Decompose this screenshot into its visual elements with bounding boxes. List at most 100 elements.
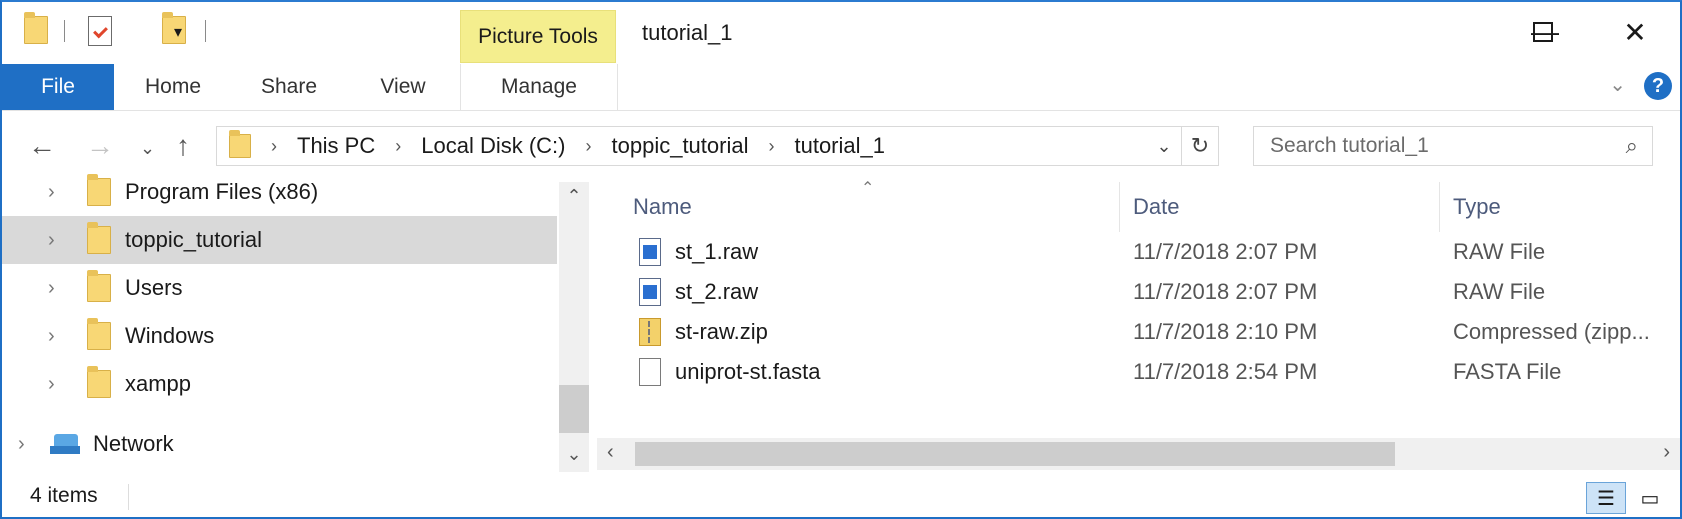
file-name: st_1.raw — [675, 239, 759, 264]
breadcrumb-arrow-icon[interactable]: › — [586, 136, 592, 157]
folder-icon — [229, 130, 251, 158]
search-placeholder: Search tutorial_1 — [1270, 134, 1429, 157]
address-bar[interactable]: › This PC › Local Disk (C:) › toppic_tut… — [216, 126, 1219, 166]
file-list-horizontal-scrollbar[interactable]: ‹ › — [597, 438, 1680, 470]
file-row[interactable]: uniprot-st.fasta 11/7/2018 2:54 PM FASTA… — [597, 352, 1680, 392]
navigation-pane-scrollbar[interactable]: ⌃ ⌄ — [559, 182, 589, 472]
column-separator[interactable] — [1439, 182, 1440, 232]
back-arrow-icon[interactable]: ← — [28, 130, 56, 162]
folder-icon[interactable] — [24, 12, 48, 44]
expand-chevron-icon[interactable]: › — [18, 433, 25, 456]
tree-item-label: Users — [125, 275, 183, 300]
folder-icon — [87, 318, 111, 350]
window-title: tutorial_1 — [642, 20, 733, 45]
folder-icon — [87, 270, 111, 302]
qat-separator — [205, 20, 206, 42]
qat-separator — [64, 20, 65, 42]
scrollbar-thumb[interactable] — [559, 385, 589, 433]
breadcrumb-arrow-icon[interactable]: › — [271, 136, 277, 157]
explorer-window: ▾ Picture Tools tutorial_1 — ✕ File Home… — [0, 0, 1682, 519]
file-type: RAW File — [1453, 239, 1546, 264]
network-icon — [50, 432, 82, 456]
address-history-chevron-icon[interactable]: ⌄ — [1147, 136, 1181, 157]
recent-locations-chevron-icon[interactable]: ⌄ — [140, 138, 155, 159]
breadcrumb-toppic-tutorial[interactable]: toppic_tutorial — [612, 133, 749, 159]
tree-item-users[interactable]: › Users — [2, 264, 557, 312]
folder-icon — [87, 174, 111, 206]
tab-home[interactable]: Home — [114, 64, 232, 110]
tree-item-label: xampp — [125, 371, 192, 396]
item-count: 4 items — [30, 484, 98, 507]
refresh-icon[interactable]: ↻ — [1182, 133, 1218, 159]
zip-file-icon — [639, 318, 661, 346]
scroll-right-arrow-icon[interactable]: › — [1663, 441, 1670, 464]
large-icons-view-icon: ▭ — [1640, 487, 1660, 510]
search-input[interactable]: Search tutorial_1 ⌕ — [1253, 126, 1653, 166]
search-icon[interactable]: ⌕ — [1626, 133, 1638, 159]
file-date: 11/7/2018 2:07 PM — [1133, 239, 1318, 264]
scroll-left-arrow-icon[interactable]: ‹ — [607, 441, 614, 464]
breadcrumb-arrow-icon[interactable]: › — [768, 136, 774, 157]
expand-chevron-icon[interactable]: › — [48, 373, 55, 396]
raw-file-icon — [639, 278, 661, 306]
breadcrumb-arrow-icon[interactable]: › — [395, 136, 401, 157]
properties-icon[interactable] — [88, 16, 112, 46]
folder-icon — [87, 366, 111, 398]
tree-item-toppic-tutorial[interactable]: › toppic_tutorial — [2, 216, 557, 264]
file-date: 11/7/2018 2:54 PM — [1133, 359, 1318, 384]
tab-file[interactable]: File — [2, 64, 114, 110]
sort-ascending-icon: ⌃ — [861, 180, 875, 197]
ribbon-tabs: File Home Share View Manage — [2, 64, 1680, 111]
file-list: ⌃ Name Date Type st_1.raw 11/7/2018 2:07… — [597, 178, 1680, 438]
tree-item-program-files-x86[interactable]: › Program Files (x86) — [2, 168, 557, 216]
scroll-up-arrow-icon[interactable]: ⌃ — [559, 186, 589, 207]
maximize-icon — [1533, 22, 1553, 42]
navigation-bar: ← → ⌄ ↑ › This PC › Local Disk (C:) › to… — [2, 120, 1680, 172]
file-type: RAW File — [1453, 279, 1546, 304]
column-header-name[interactable]: Name — [633, 194, 692, 220]
breadcrumb-local-disk[interactable]: Local Disk (C:) — [421, 133, 565, 159]
expand-ribbon-chevron-icon[interactable]: ⌄ — [1609, 72, 1626, 97]
expand-chevron-icon[interactable]: › — [48, 229, 55, 252]
file-name: st_2.raw — [675, 279, 759, 304]
customize-qat-icon[interactable]: ▾ — [174, 22, 182, 42]
tab-share[interactable]: Share — [232, 64, 346, 110]
tab-view[interactable]: View — [346, 64, 460, 110]
tab-manage[interactable]: Manage — [460, 64, 618, 110]
expand-chevron-icon[interactable]: › — [48, 181, 55, 204]
maximize-button[interactable] — [1520, 14, 1566, 50]
file-type: FASTA File — [1453, 359, 1562, 384]
expand-chevron-icon[interactable]: › — [48, 277, 55, 300]
forward-arrow-icon[interactable]: → — [86, 130, 114, 162]
navigation-pane: › Program Files (x86) › toppic_tutorial … — [2, 174, 557, 472]
tree-item-label: Network — [93, 431, 174, 456]
column-separator[interactable] — [1119, 182, 1120, 232]
close-button[interactable]: ✕ — [1612, 14, 1658, 50]
help-icon[interactable]: ? — [1644, 72, 1672, 100]
tree-item-xampp[interactable]: › xampp — [2, 360, 557, 408]
large-icons-view-button[interactable]: ▭ — [1630, 482, 1670, 514]
details-view-button[interactable]: ☰ — [1586, 482, 1626, 514]
breadcrumb-tutorial-1[interactable]: tutorial_1 — [794, 133, 885, 159]
raw-file-icon — [639, 238, 661, 266]
scroll-down-arrow-icon[interactable]: ⌄ — [559, 444, 589, 465]
details-view-icon: ☰ — [1597, 487, 1615, 510]
expand-chevron-icon[interactable]: › — [48, 325, 55, 348]
file-row[interactable]: st-raw.zip 11/7/2018 2:10 PM Compressed … — [597, 312, 1680, 352]
file-name: uniprot-st.fasta — [675, 359, 821, 384]
file-row[interactable]: st_2.raw 11/7/2018 2:07 PM RAW File — [597, 272, 1680, 312]
tree-item-label: toppic_tutorial — [125, 227, 262, 252]
status-separator — [128, 484, 129, 510]
fasta-file-icon — [639, 358, 661, 386]
tree-item-label: Windows — [125, 323, 215, 348]
file-row[interactable]: st_1.raw 11/7/2018 2:07 PM RAW File — [597, 232, 1680, 272]
column-header-date[interactable]: Date — [1133, 194, 1179, 220]
tree-item-network[interactable]: › Network — [2, 420, 557, 468]
scrollbar-thumb[interactable] — [635, 442, 1395, 466]
tree-item-windows[interactable]: › Windows — [2, 312, 557, 360]
address-bar-controls: ⌄ ↻ — [1147, 127, 1218, 165]
tree-item-label: Program Files (x86) — [125, 179, 319, 204]
column-header-type[interactable]: Type — [1453, 194, 1501, 220]
up-arrow-icon[interactable]: ↑ — [176, 130, 190, 162]
breadcrumb-this-pc[interactable]: This PC — [297, 133, 375, 159]
